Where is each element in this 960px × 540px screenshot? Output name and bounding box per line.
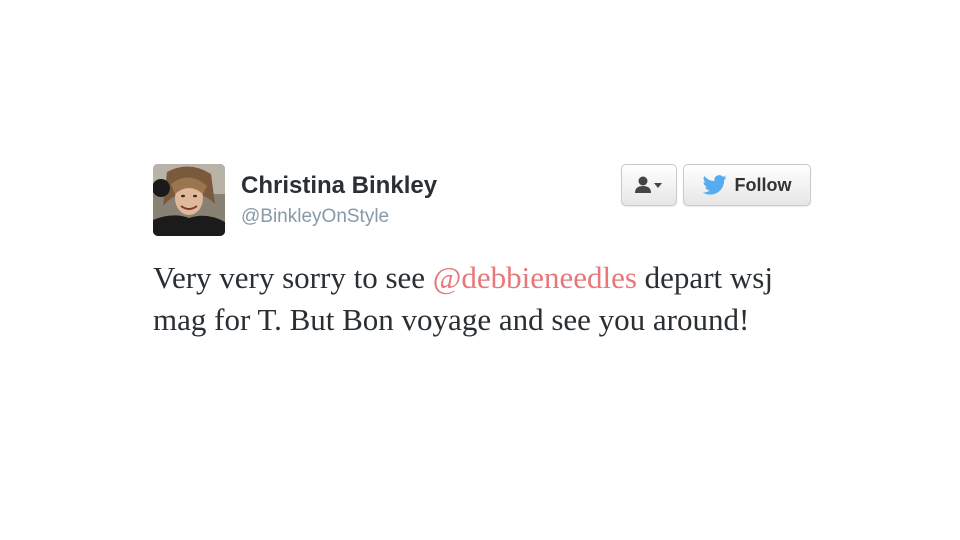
follow-button[interactable]: Follow: [683, 164, 811, 206]
profile-photo-icon: [153, 164, 225, 236]
follow-label: Follow: [734, 174, 792, 195]
mention-link[interactable]: @debbieneedles: [433, 260, 637, 295]
user-menu-button[interactable]: [621, 164, 677, 206]
avatar[interactable]: [153, 164, 225, 236]
user-dropdown-icon: [635, 176, 662, 193]
tweet-card: Christina Binkley @BinkleyOnStyle Follow…: [0, 0, 960, 540]
tweet-text-before: Very very sorry to see: [153, 260, 433, 295]
author-handle[interactable]: @BinkleyOnStyle: [241, 206, 389, 228]
author-name[interactable]: Christina Binkley: [241, 172, 437, 200]
tweet-text: Very very sorry to see @debbieneedles de…: [153, 257, 833, 341]
twitter-bird-icon: [702, 175, 727, 195]
